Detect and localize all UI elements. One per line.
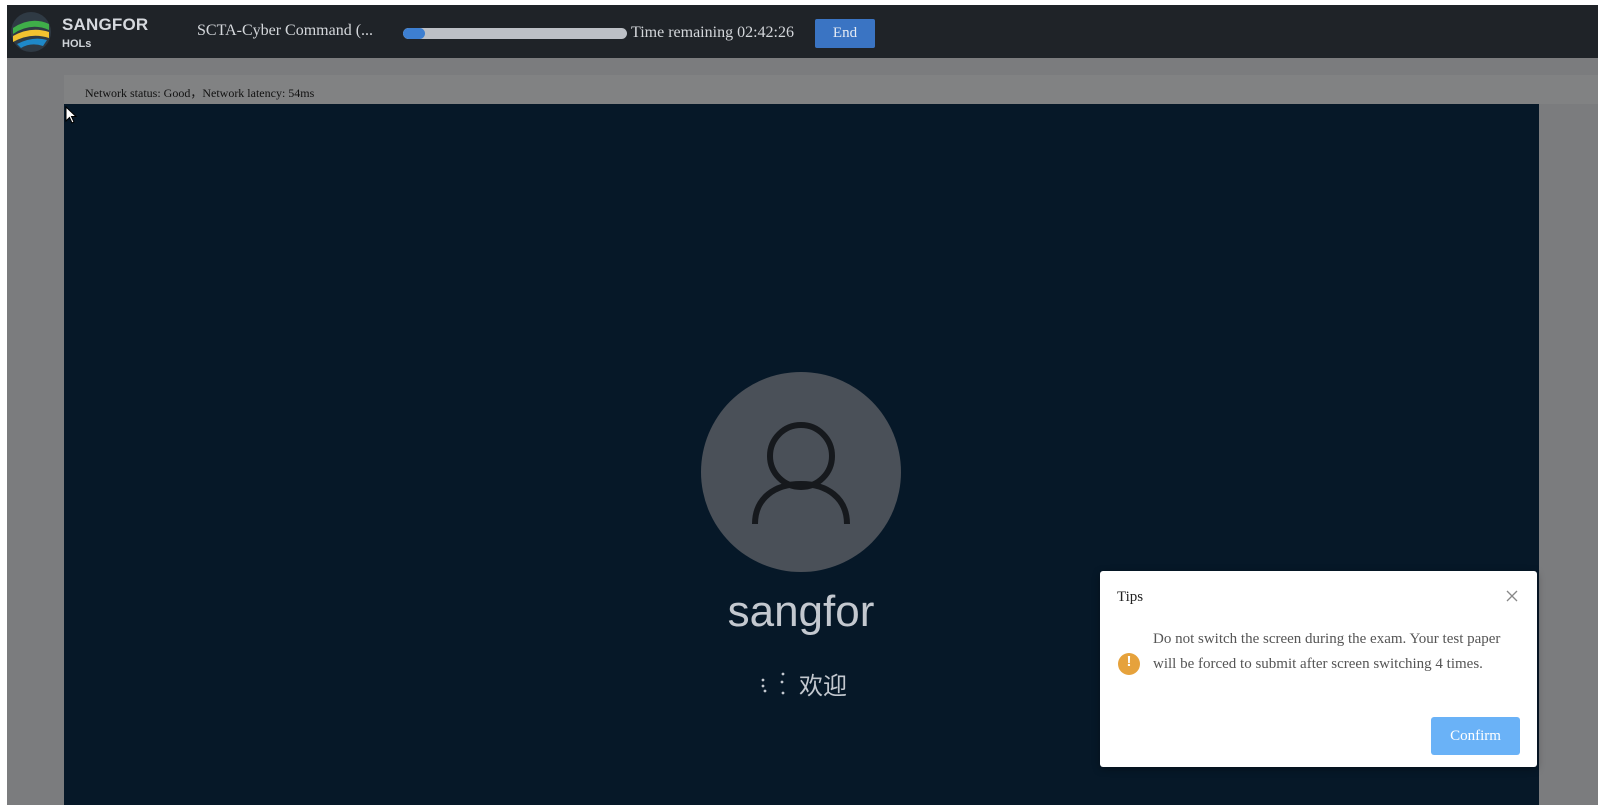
- warning-icon: !: [1118, 653, 1140, 675]
- top-bar: SANGFOR HOLs SCTA-Cyber Command (... Tim…: [7, 5, 1598, 58]
- confirm-button[interactable]: Confirm: [1431, 717, 1520, 755]
- tips-dialog-title: Tips: [1117, 589, 1144, 605]
- user-avatar: [701, 372, 901, 572]
- sangfor-logo-icon: [11, 12, 51, 52]
- time-progress-fill: [403, 28, 426, 39]
- brand-subtitle: HOLs: [62, 38, 92, 50]
- tips-dialog-message: Do not switch the screen during the exam…: [1153, 631, 1501, 672]
- mouse-pointer-icon: [65, 106, 78, 124]
- network-status-text: Network status: Good，Network latency: 54…: [85, 86, 315, 100]
- tips-dialog: Tips ! Do not switch the screen during t…: [1100, 571, 1537, 767]
- welcome-row: 欢迎: [601, 666, 1001, 701]
- network-status-bar: Network status: Good，Network latency: 54…: [64, 75, 1598, 104]
- user-icon: [752, 422, 850, 525]
- loading-spinner-icon: [761, 672, 785, 694]
- end-exam-button[interactable]: End: [815, 19, 875, 48]
- brand-name: SANGFOR: [62, 15, 149, 34]
- username-label: sangfor: [727, 587, 875, 636]
- time-remaining: Time remaining 02:42:26: [631, 24, 794, 41]
- time-progress-bar: [403, 28, 627, 39]
- exam-title: SCTA-Cyber Command (...: [197, 22, 374, 39]
- welcome-text: 欢迎: [799, 673, 847, 700]
- close-icon[interactable]: [1504, 588, 1520, 604]
